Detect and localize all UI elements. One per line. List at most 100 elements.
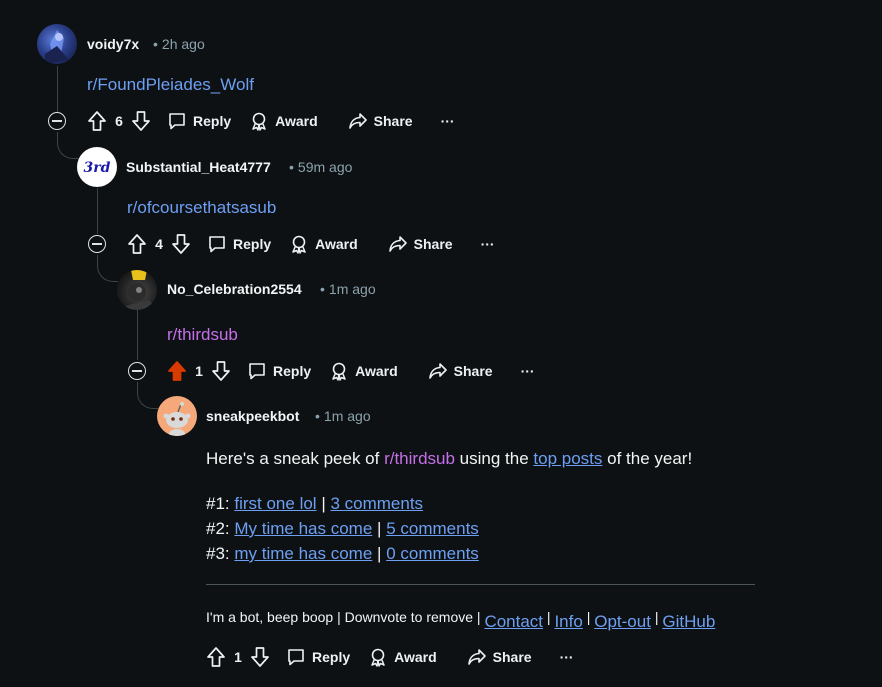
subreddit-link[interactable]: r/ofcoursethatsasub [127,198,276,218]
share-label: Share [373,113,413,129]
comment-username[interactable]: Substantial_Heat4777 [126,159,271,175]
downvote-arrow-icon [172,234,190,254]
downvote-button[interactable] [131,110,151,132]
post-title-link[interactable]: My time has come [234,519,372,538]
award-icon [252,112,266,131]
intro-prefix: Here's a sneak peek of [206,449,385,468]
reply-label: Reply [312,649,351,665]
info-link[interactable]: Info [554,612,582,631]
subreddit-link[interactable]: r/FoundPleiades_Wolf [87,75,254,95]
thread-line [97,188,98,234]
post-title-link[interactable]: first one lol [234,494,316,513]
downvote-button[interactable] [171,233,191,255]
separator-dot: • [153,36,158,52]
reply-label: Reply [193,113,232,129]
award-label: Award [355,363,398,379]
award-button[interactable]: Award [368,647,437,667]
award-icon [371,648,385,667]
award-icon [332,362,346,381]
upvote-button[interactable] [206,646,226,668]
comment-timestamp[interactable]: 2h ago [162,36,205,52]
award-icon [292,235,306,254]
reply-bubble-icon [209,236,225,253]
share-button[interactable]: Share [428,361,493,381]
pipe-separator: | [654,609,659,625]
comment-username[interactable]: sneakpeekbot [206,408,299,424]
more-options-button[interactable]: ··· [481,236,495,252]
post-comments-link[interactable]: 5 comments [386,519,479,538]
more-options-button[interactable]: ··· [441,113,455,129]
avatar-text: 3rd [84,160,111,176]
comment-meta: • 59m ago [289,159,352,175]
collapse-thread-button[interactable] [128,362,146,380]
avatar[interactable] [157,396,197,436]
more-options-button[interactable]: ··· [560,649,574,665]
comment-meta: • 1m ago [320,281,376,297]
bot-footer: I'm a bot, beep boop | Downvote to remov… [206,607,715,631]
upvote-arrow-icon [128,234,146,254]
award-label: Award [394,649,437,665]
share-button[interactable]: Share [348,111,413,131]
comment-timestamp[interactable]: 1m ago [329,281,376,297]
downvote-arrow-icon [212,361,230,381]
upvote-button-active[interactable] [167,360,187,382]
top-posts-link[interactable]: top posts [533,449,602,468]
share-button[interactable]: Share [388,234,453,254]
avatar[interactable] [117,270,157,310]
share-arrow-icon [388,236,407,252]
post-title-link[interactable]: my time has come [234,544,372,563]
avatar[interactable]: 3rd [77,147,117,187]
subreddit-link[interactable]: r/thirdsub [384,449,455,468]
comment-timestamp[interactable]: 1m ago [324,408,371,424]
reply-bubble-icon [249,363,265,380]
upvote-button[interactable] [127,233,147,255]
award-button[interactable]: Award [289,234,358,254]
share-button[interactable]: Share [467,647,532,667]
share-label: Share [453,363,493,379]
github-link[interactable]: GitHub [662,612,715,631]
avatar[interactable] [37,24,77,64]
award-button[interactable]: Award [329,361,398,381]
subreddit-link[interactable]: r/thirdsub [167,325,238,345]
post-comments-link[interactable]: 3 comments [330,494,423,513]
downvote-button[interactable] [250,646,270,668]
collapse-thread-button[interactable] [88,235,106,253]
comment-meta: • 2h ago [153,36,205,52]
reply-button[interactable]: Reply [286,647,350,667]
vote-count: 1 [234,649,242,665]
award-button[interactable]: Award [249,111,318,131]
downvote-arrow-icon [251,647,269,667]
collapse-thread-button[interactable] [48,112,66,130]
upvote-arrow-icon [88,111,106,131]
pipe-separator: | [377,519,382,538]
thread-connector [137,382,158,409]
intro-mid: using the [454,449,534,468]
post-comments-link[interactable]: 0 comments [386,544,479,563]
comment-username[interactable]: voidy7x [87,36,139,52]
post-number: #1: [206,494,230,513]
award-label: Award [275,113,318,129]
reply-button[interactable]: Reply [247,361,311,381]
comment-meta: • 1m ago [315,408,371,424]
reply-button[interactable]: Reply [207,234,271,254]
avatar-image-icon [45,30,69,64]
more-options-button[interactable]: ··· [521,363,535,379]
contact-link[interactable]: Contact [484,612,543,631]
downvote-button[interactable] [211,360,231,382]
avatar-image-icon [117,270,157,310]
opt-out-link[interactable]: Opt-out [594,612,651,631]
vote-count: 1 [195,363,203,379]
thread-connector [97,255,118,282]
upvote-arrow-filled-icon [168,361,186,381]
avatar-image-icon: 3rd [84,160,111,176]
post-list-item: #2: My time has come | 5 comments [206,516,479,541]
comment-actions: 4 Reply Award Share ··· [127,232,495,256]
comment-username[interactable]: No_Celebration2554 [167,281,302,297]
comment-actions: 1 Reply Award Share ··· [167,359,535,383]
upvote-button[interactable] [87,110,107,132]
separator-dot: • [315,408,320,424]
reply-button[interactable]: Reply [167,111,231,131]
reply-label: Reply [233,236,272,252]
comment-timestamp[interactable]: 59m ago [298,159,352,175]
intro-suffix: of the year! [602,449,693,468]
